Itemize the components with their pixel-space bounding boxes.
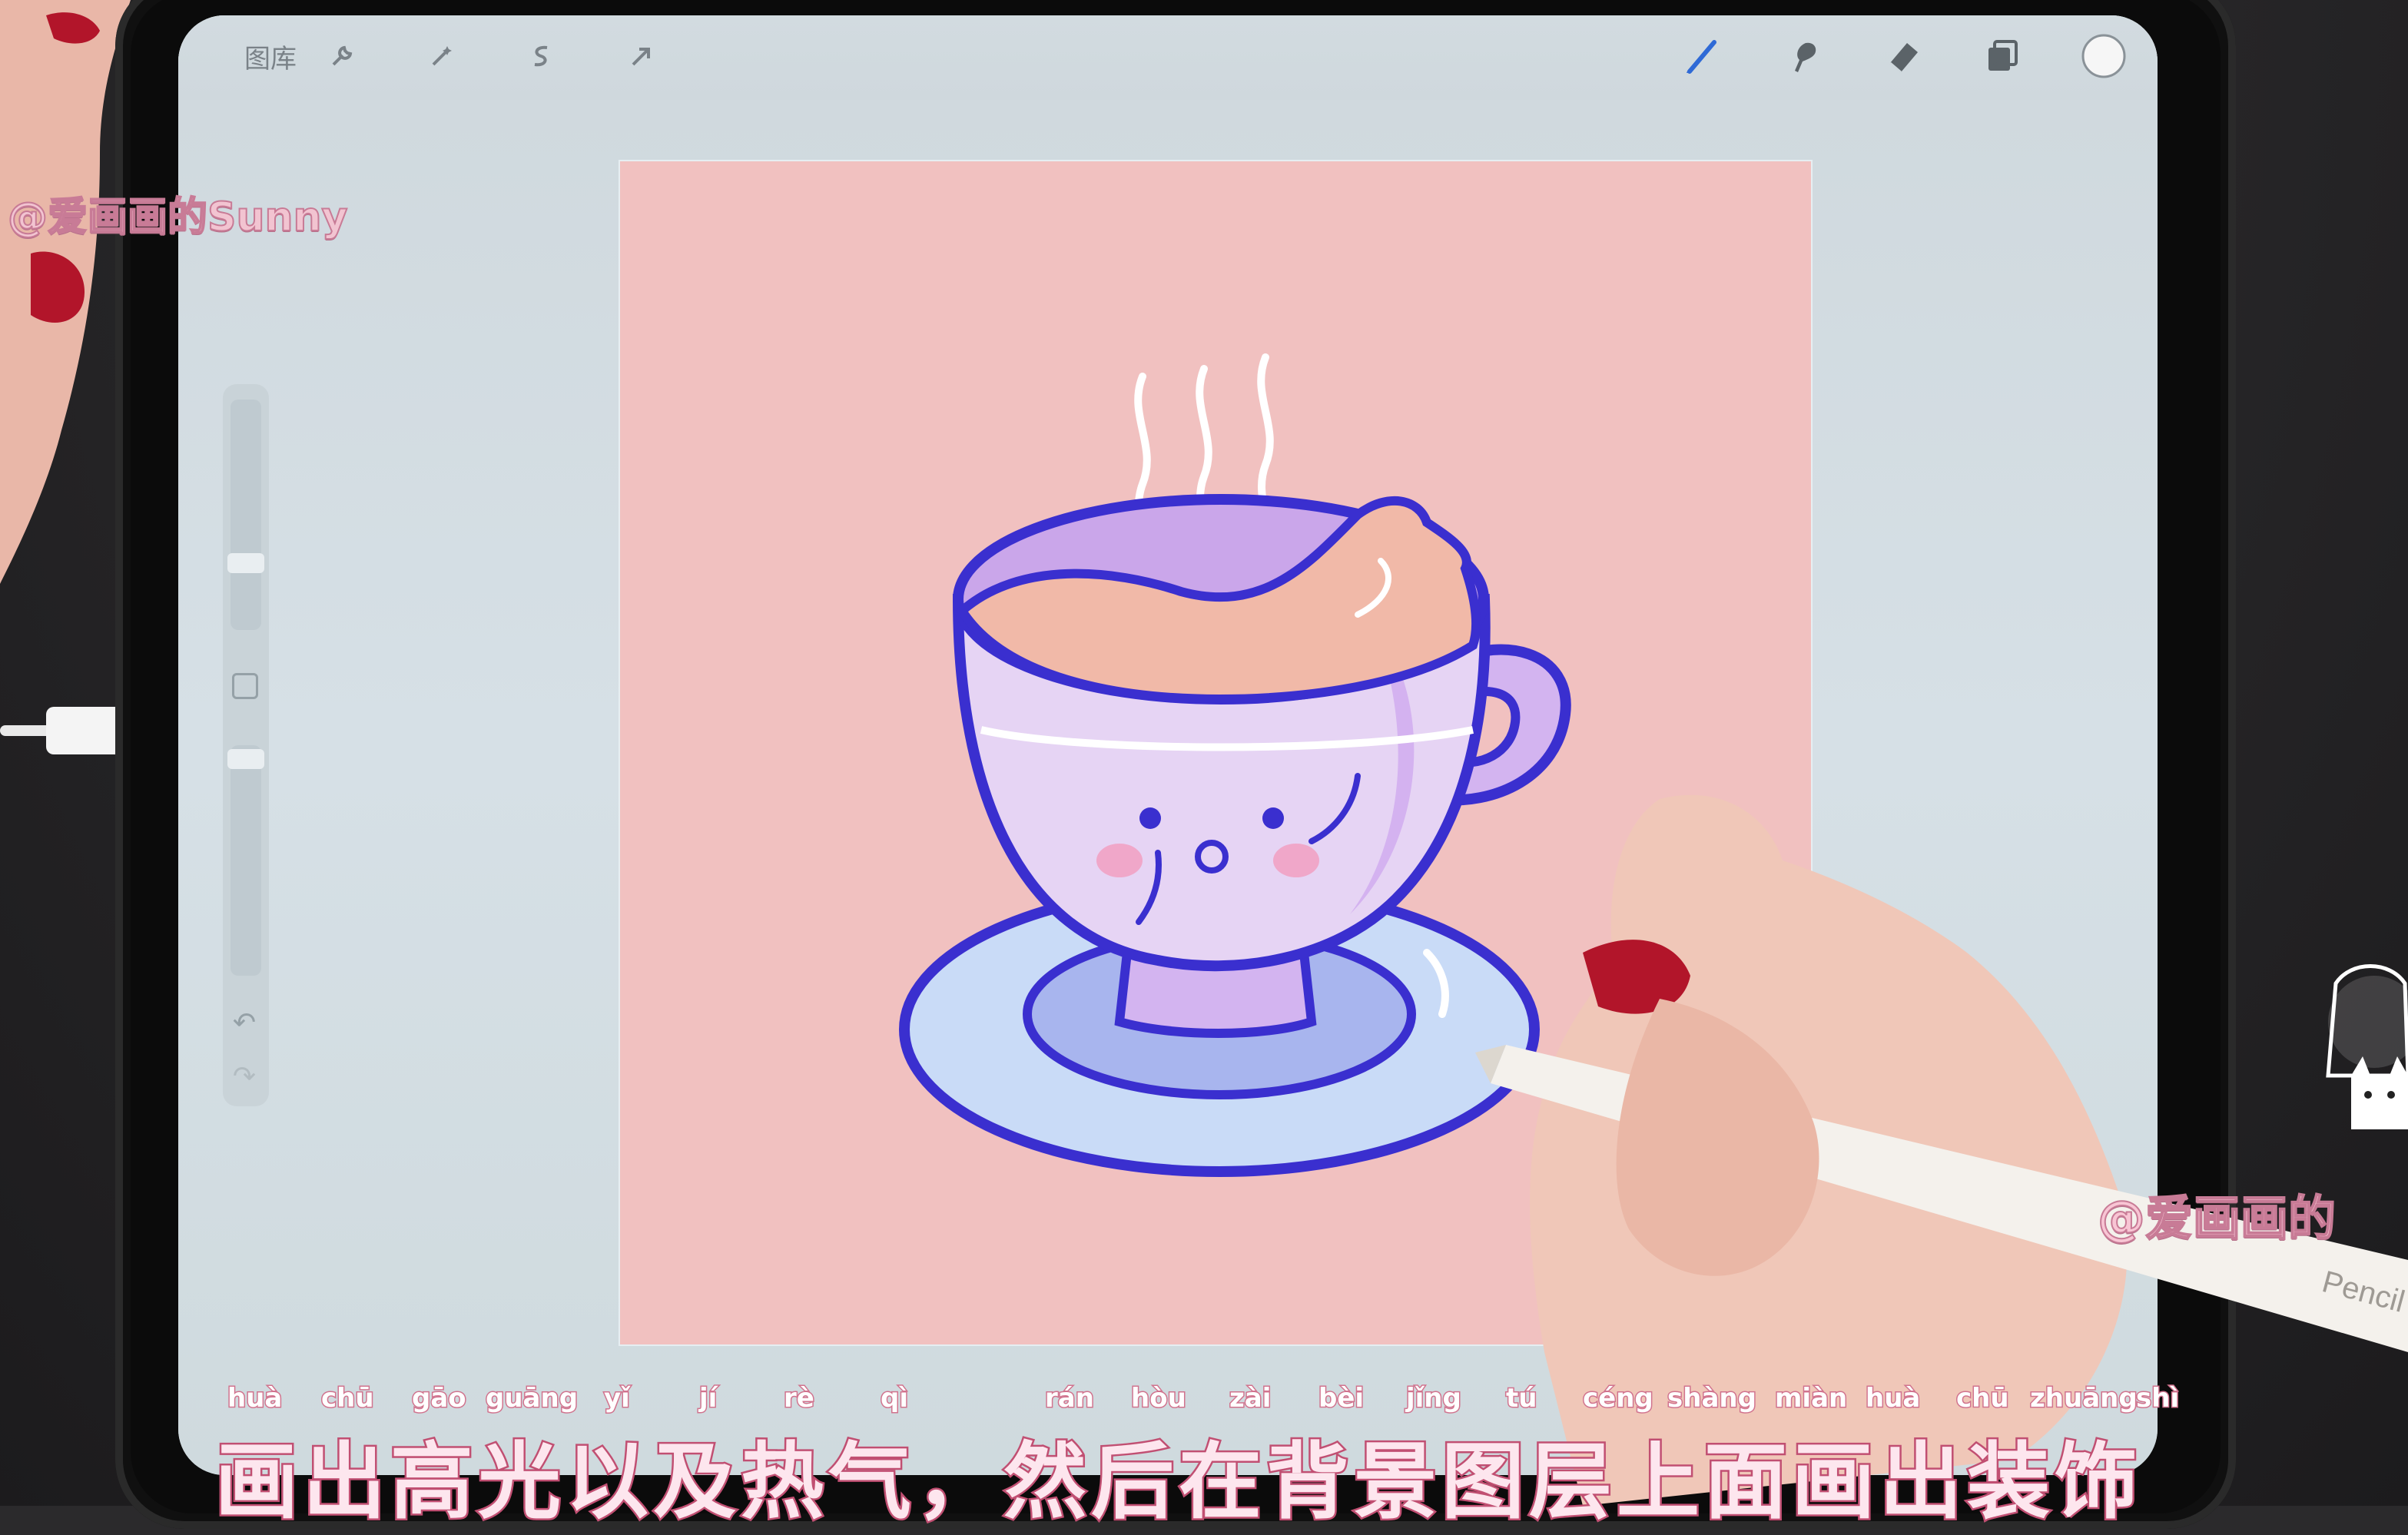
gallery-button[interactable]: 图库 <box>240 37 301 75</box>
pinyin-15: shàng <box>1667 1382 1758 1415</box>
pinyin-19: zhuāng <box>2029 1382 2139 1415</box>
left-eye <box>1139 807 1161 829</box>
pinyin-5: jí <box>698 1382 718 1415</box>
pinyin-12: jǐng <box>1405 1382 1463 1415</box>
pinyin-14: céng <box>1582 1382 1655 1415</box>
pinyin-16: miàn <box>1773 1382 1848 1415</box>
opacity-handle[interactable] <box>227 749 264 769</box>
pinyin-17: huà <box>1864 1382 1921 1415</box>
transform-arrow-icon[interactable] <box>622 37 661 75</box>
modify-button[interactable] <box>232 673 258 699</box>
right-blush <box>1273 844 1319 877</box>
pinyin-7: qì <box>880 1382 910 1415</box>
redo-icon[interactable]: ↷ <box>227 1060 261 1094</box>
cat-logo <box>2326 964 2408 1129</box>
pinyin-20: shì <box>2134 1382 2180 1415</box>
color-circle-icon[interactable] <box>2080 34 2128 78</box>
left-blush <box>1096 844 1143 877</box>
watermark-right: @爱画画的 <box>2097 1189 2337 1247</box>
opacity-slider[interactable] <box>231 745 261 976</box>
magic-wand-icon[interactable] <box>423 37 461 75</box>
selection-icon[interactable] <box>522 37 561 75</box>
brush-icon[interactable] <box>1680 37 1726 75</box>
right-eye <box>1262 807 1284 829</box>
pinyin-13: tú <box>1504 1382 1538 1415</box>
subtitle: huà chū gāo guāng yǐ jí rè qì rán hòu zà… <box>213 1382 2213 1533</box>
pinyin-10: zài <box>1228 1382 1272 1415</box>
pinyin-18: chū <box>1955 1382 2011 1415</box>
pinyin-4: yǐ <box>603 1382 632 1415</box>
pinyin-9: hòu <box>1130 1382 1188 1415</box>
brush-size-handle[interactable] <box>227 553 264 573</box>
pinyin-2: gāo <box>411 1382 468 1415</box>
top-toolbar: 图库 <box>178 15 2158 100</box>
wrench-icon[interactable] <box>323 37 361 75</box>
pinyin-0: huà <box>226 1382 283 1415</box>
pinyin-row: huà chū gāo guāng yǐ jí rè qì rán hòu zà… <box>215 1382 2213 1418</box>
layers-icon[interactable] <box>1980 37 2026 75</box>
eraser-icon[interactable] <box>1880 37 1926 75</box>
watermark-top-left: @爱画画的Sunny <box>7 194 348 241</box>
pinyin-1: chū <box>320 1382 376 1415</box>
pinyin-11: bèi <box>1317 1382 1365 1415</box>
brush-size-slider[interactable] <box>231 399 261 630</box>
pinyin-6: rè <box>783 1382 816 1415</box>
pinyin-3: guāng <box>484 1382 579 1415</box>
subtitle-text: 画出高光以及热气，然后在背景图层上面画出装饰 <box>213 1433 2143 1533</box>
undo-icon[interactable]: ↶ <box>227 1006 261 1040</box>
smudge-icon[interactable] <box>1780 37 1826 75</box>
pinyin-8: rán <box>1044 1382 1096 1415</box>
